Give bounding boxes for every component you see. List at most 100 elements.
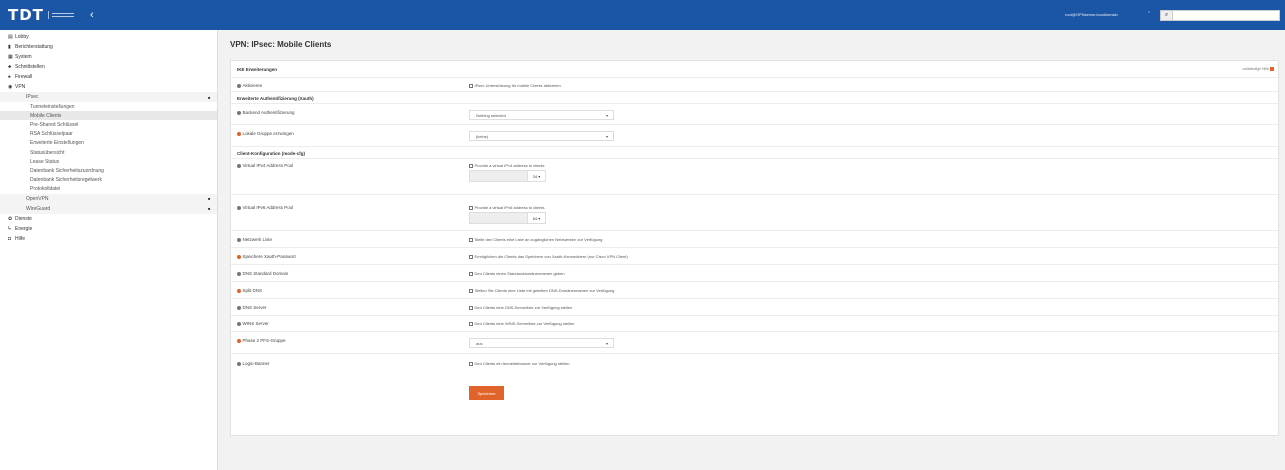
search-input[interactable]: ⌕ <box>1160 10 1280 21</box>
info-icon[interactable] <box>237 205 241 210</box>
save-button[interactable]: Speichern <box>469 386 504 400</box>
brand-logo[interactable]: TDT <box>8 4 74 26</box>
sidebar-item-power[interactable]: ϟ Energie <box>0 224 217 234</box>
logo-subtitle-graphic <box>47 11 74 19</box>
sidebar-item-help[interactable]: ◘ Hilfe <box>0 234 217 244</box>
sidebar-item-log-file[interactable]: Protokolldatei <box>0 185 217 194</box>
section-title: Erweiterte Authentifizierung (Xauth) <box>237 96 314 101</box>
checkbox-icon[interactable] <box>469 305 473 310</box>
dns-server-checkbox[interactable]: Den Clients eine DNS-Serverliste zur Ver… <box>469 305 572 310</box>
info-icon[interactable] <box>237 254 241 259</box>
sidebar-item-lobby[interactable]: ▤ Lobby <box>0 32 217 42</box>
info-icon[interactable] <box>237 131 241 136</box>
sidebar-item-ipsec[interactable]: IPsec ■ <box>0 92 217 102</box>
ipv6-mask-select[interactable]: 64 ▾ <box>527 212 546 224</box>
interfaces-icon: ♣ <box>8 64 12 70</box>
field-label: DNS Standard Domain <box>237 271 288 276</box>
checkbox-icon[interactable] <box>469 361 473 366</box>
field-label: Phase 2 PFS-Gruppe <box>237 338 286 343</box>
info-icon[interactable] <box>237 305 241 310</box>
dns-domain-checkbox[interactable]: Den Clients einen Standarddomänennamen g… <box>469 271 565 276</box>
sidebar-item-mobile-clients[interactable]: Mobile Clients <box>0 111 217 121</box>
sidebar-item-rsa-keypair[interactable]: RSA Schlüsselpaar <box>0 130 217 139</box>
info-icon[interactable] <box>237 163 241 168</box>
wins-server-checkbox[interactable]: Den Clients eine WINS-Serverliste zur Ve… <box>469 321 574 326</box>
sidebar-item-lease-status[interactable]: Lease Status <box>0 157 217 166</box>
checkbox-icon[interactable] <box>469 163 473 168</box>
info-icon[interactable] <box>237 288 241 293</box>
pfs-group-select[interactable]: aus ▾ <box>469 338 614 348</box>
sidebar-item-label: Datenbank Sicherheitszuordnung <box>30 167 104 174</box>
sidebar-item-openvpn[interactable]: OpenVPN ■ <box>0 193 217 204</box>
reporting-icon: ▮ <box>8 44 11 50</box>
help-icon: ◘ <box>8 235 12 242</box>
sidebar-item-sad[interactable]: Datenbank Sicherheitszuordnung <box>0 166 217 175</box>
sidebar-item-services[interactable]: ✿ Dienste <box>0 214 217 224</box>
checkbox-icon[interactable] <box>469 288 473 293</box>
user-menu-dot-icon[interactable]: ◦ <box>1148 10 1150 16</box>
row-backend: Backend Authentifizierung Nothing select… <box>231 104 1278 125</box>
field-label-text: WINS Server <box>242 321 269 326</box>
ipv6-pool-checkbox[interactable]: Provide a virtual IPv6 address to client… <box>469 205 545 210</box>
section-title: Client-Konfiguration (mode-cfg) <box>237 151 305 156</box>
logo-text: TDT <box>8 6 44 24</box>
system-icon: ▦ <box>8 54 13 60</box>
info-icon[interactable] <box>237 361 241 366</box>
lobby-icon: ▤ <box>8 34 13 40</box>
sidebar-item-label: Berichterstattung <box>15 44 53 50</box>
checkbox-icon[interactable] <box>469 254 473 259</box>
full-help-toggle[interactable]: vollständige Hilfe <box>1243 67 1274 72</box>
sidebar-item-tunnel-settings[interactable]: Tunneleinstellungen <box>0 102 217 111</box>
checkbox-label: Den Clients einen Standarddomänennamen g… <box>474 271 565 276</box>
sidebar-item-system[interactable]: ▦ System <box>0 52 217 62</box>
info-icon[interactable] <box>237 110 241 115</box>
local-group-select[interactable]: (keine) ▾ <box>469 131 614 141</box>
info-icon[interactable] <box>237 321 241 326</box>
sidebar-item-label: IPsec <box>26 94 39 100</box>
checkbox-icon[interactable] <box>469 271 473 276</box>
save-xauth-checkbox[interactable]: Ermöglichen die Clients das Speichern vo… <box>469 254 628 259</box>
checkbox-label: Provide a virtual IPv4 address to client… <box>474 163 545 168</box>
sidebar-item-wireguard[interactable]: WireGuard ■ <box>0 203 217 214</box>
user-menu[interactable]: root@OPNsense.localdomain <box>1065 12 1118 17</box>
backend-auth-select[interactable]: Nothing selected ▾ <box>469 110 614 120</box>
sidebar-item-interfaces[interactable]: ♣ Schnittstellen <box>0 62 217 72</box>
sidebar-item-spd[interactable]: Datenbank Sicherheitsregelwerk <box>0 176 217 185</box>
login-banner-checkbox[interactable]: Den Clients ein Anmeldebanner zur Verfüg… <box>469 361 569 366</box>
info-icon[interactable] <box>237 237 241 242</box>
search-icon[interactable]: ⌕ <box>1161 11 1173 20</box>
checkbox-icon[interactable] <box>469 321 473 326</box>
sidebar-item-vpn[interactable]: ◉ VPN <box>0 82 217 92</box>
ipv4-mask-select[interactable]: 24 ▾ <box>527 170 546 182</box>
info-icon[interactable] <box>237 271 241 276</box>
info-icon[interactable] <box>237 338 241 343</box>
info-icon[interactable] <box>237 83 241 88</box>
lock-icon: ■ <box>208 206 211 212</box>
network-list-checkbox[interactable]: Stelle den Clients eine Liste an zugängl… <box>469 237 602 242</box>
sidebar-item-firewall[interactable]: ♠ Firewall <box>0 72 217 82</box>
sidebar-item-label: Protokolldatei <box>30 186 61 193</box>
sidebar-item-advanced-settings[interactable]: Erweiterte Einstellungen <box>0 139 217 148</box>
collapse-sidebar-icon[interactable]: ‹ <box>90 9 94 21</box>
sidebar-item-status-overview[interactable]: Statusübersicht <box>0 148 217 157</box>
sidebar-item-reporting[interactable]: ▮ Berichterstattung <box>0 42 217 52</box>
field-label: Lokale Gruppe erzwingen <box>237 131 294 136</box>
sidebar-item-label: Lease Status <box>30 158 60 165</box>
sidebar-item-pre-shared-keys[interactable]: Pre-Shared Schlüssel <box>0 120 217 129</box>
enable-checkbox[interactable]: IPsec Unterstützung für mobile Clients a… <box>469 83 561 88</box>
checkbox-label: Stelle den Clients eine Liste an zugängl… <box>474 237 603 242</box>
field-label-text: Virtual IPv6 Address Pool <box>242 205 294 210</box>
row-splitdns: Split DNS Stellen Sie Clients eine Liste… <box>231 282 1278 299</box>
ipv4-pool-checkbox[interactable]: Provide a virtual IPv4 address to client… <box>469 163 545 168</box>
field-label-text: Virtual IPv4 Address Pool <box>242 163 294 168</box>
field-label: Backend Authentifizierung <box>237 110 295 115</box>
sidebar-item-label: OpenVPN <box>26 195 49 202</box>
field-label-text: Backend Authentifizierung <box>242 110 295 115</box>
checkbox-icon[interactable] <box>469 237 473 242</box>
checkbox-icon[interactable] <box>469 83 473 88</box>
split-dns-checkbox[interactable]: Stellen Sie Clients eine Liste mit getei… <box>469 288 614 293</box>
checkbox-icon[interactable] <box>469 205 473 210</box>
field-label-text: Split DNS <box>242 288 263 293</box>
lock-icon: ■ <box>208 94 211 100</box>
field-label-text: DNS Standard Domain <box>242 271 289 276</box>
